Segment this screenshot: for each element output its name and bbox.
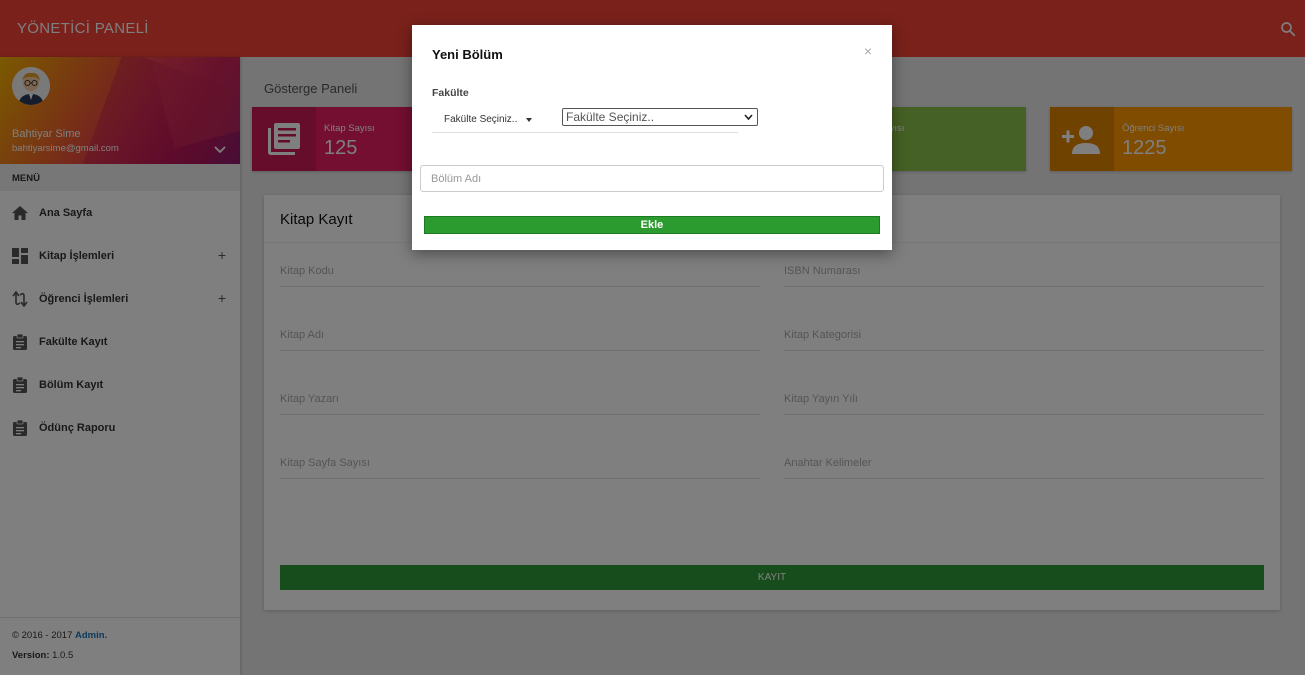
yeni-bolum-modal: Yeni Bölüm × Fakülte Fakülte Seçiniz.. F… [412, 25, 892, 250]
fakulte-select-value: Fakülte Seçiniz.. [566, 110, 655, 124]
fakulte-label: Fakülte [432, 87, 469, 99]
bolum-adi-input[interactable]: Bölüm Adı [420, 165, 884, 192]
modal-title: Yeni Bölüm [432, 47, 503, 62]
chevron-down-icon [744, 114, 753, 121]
close-icon[interactable]: × [864, 43, 872, 59]
fakulte-select[interactable]: Fakülte Seçiniz.. [562, 108, 758, 126]
fakulte-dropdown-button[interactable]: Fakülte Seçiniz.. [444, 114, 517, 125]
fakulte-dropdown[interactable]: Fakülte Seçiniz.. Fakülte Seçiniz.. [432, 107, 758, 133]
ekle-button[interactable]: Ekle [424, 216, 880, 234]
caret-down-icon [526, 118, 532, 122]
